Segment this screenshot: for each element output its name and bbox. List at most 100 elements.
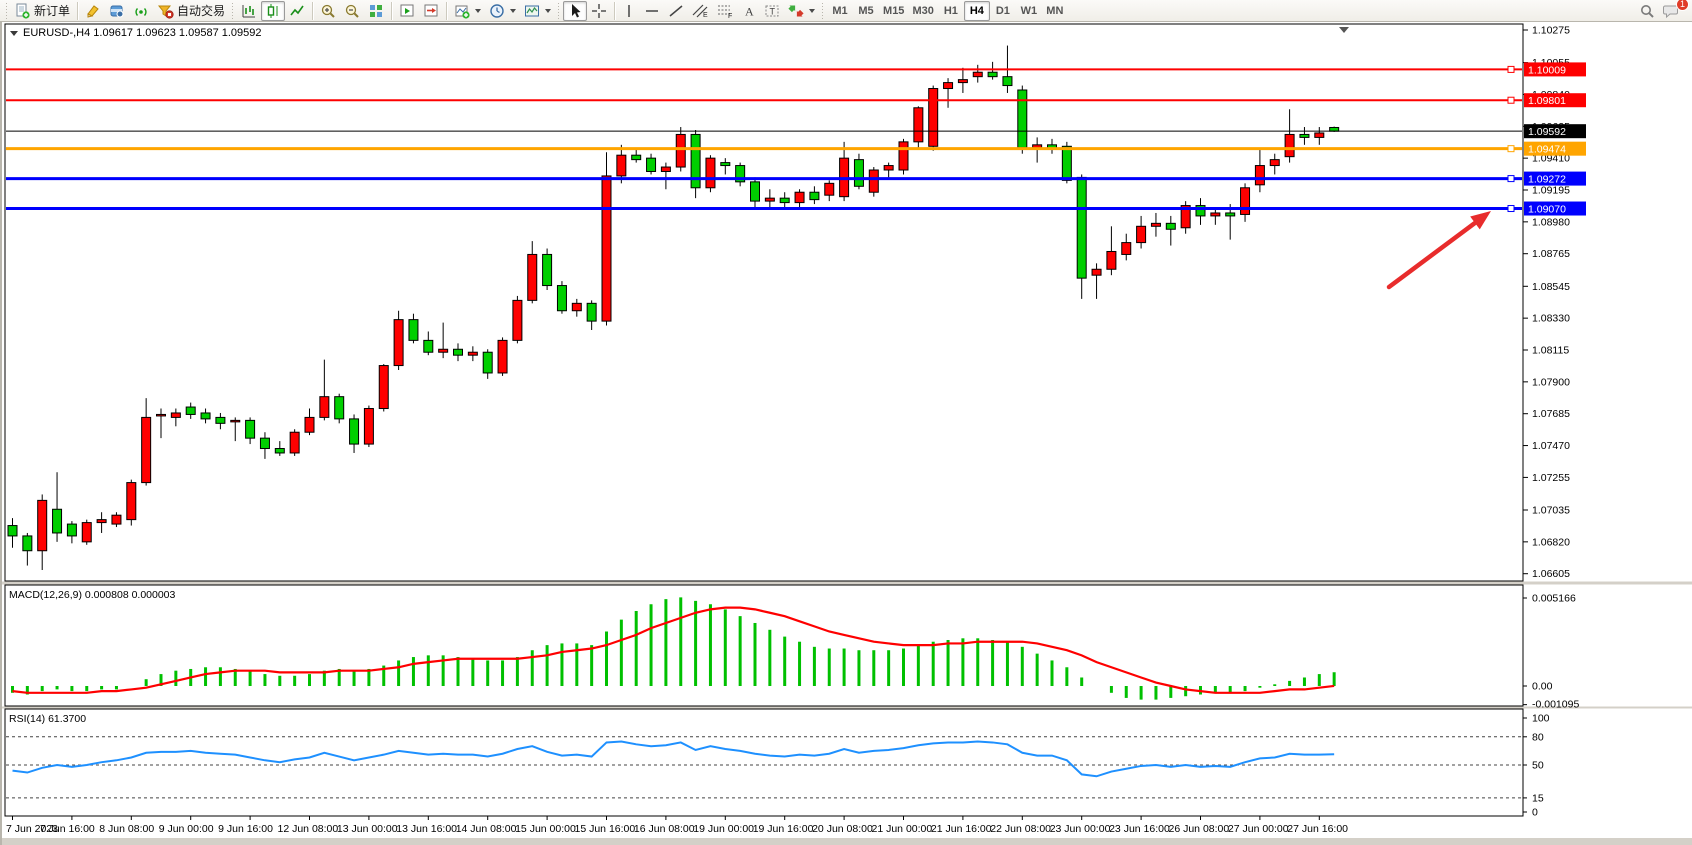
svg-text:0.00: 0.00: [1532, 681, 1553, 693]
svg-text:19 Jun 00:00: 19 Jun 00:00: [693, 823, 754, 835]
auto-scroll-button[interactable]: [395, 1, 419, 21]
profiles-icon: [109, 3, 125, 19]
svg-text:1.08115: 1.08115: [1532, 345, 1569, 357]
line-chart-icon: [289, 3, 305, 19]
svg-text:100: 100: [1532, 713, 1550, 725]
macd-axis[interactable]: 0.0051660.00-0.001095: [1523, 593, 1579, 711]
timeframe-m1-button[interactable]: M1: [827, 1, 853, 21]
svg-text:9 Jun 16:00: 9 Jun 16:00: [218, 823, 273, 835]
horizontal-line-object[interactable]: 1.09272: [6, 172, 1586, 186]
styler-button[interactable]: [81, 1, 105, 21]
trendline-icon: [668, 3, 684, 19]
chart-canvas[interactable]: 1.102751.100551.098401.096251.094101.091…: [2, 22, 1692, 845]
chart-shift-button[interactable]: [419, 1, 443, 21]
cursor-icon: [567, 3, 583, 19]
toolbar-grip[interactable]: [231, 3, 235, 19]
search-button[interactable]: [1635, 1, 1659, 21]
toolbar-grip[interactable]: [5, 3, 9, 19]
rsi-panel: [6, 737, 1522, 798]
bar-chart-icon: [241, 3, 257, 19]
timeframe-m5-button[interactable]: M5: [853, 1, 879, 21]
zoom-out-button[interactable]: [340, 1, 364, 21]
rsi-axis[interactable]: 1008050150: [1523, 713, 1550, 819]
periods-icon: [489, 3, 505, 19]
timeframe-d1-button[interactable]: D1: [990, 1, 1016, 21]
cursor-button[interactable]: [563, 1, 587, 21]
chart-window[interactable]: 1.102751.100551.098401.096251.094101.091…: [0, 22, 1692, 845]
price-axis[interactable]: 1.102751.100551.098401.096251.094101.091…: [1523, 25, 1570, 581]
crosshair-button[interactable]: [587, 1, 611, 21]
window-bottom-edge: [2, 838, 1692, 845]
svg-text:19 Jun 16:00: 19 Jun 16:00: [753, 823, 814, 835]
equidistant-channel-button[interactable]: E: [688, 1, 713, 21]
svg-text:14 Jun 08:00: 14 Jun 08:00: [456, 823, 517, 835]
auto-trading-button[interactable]: 自动交易: [153, 1, 229, 21]
periods-caret: [510, 9, 516, 13]
svg-text:1.09592: 1.09592: [1528, 126, 1566, 138]
fibonacci-button[interactable]: F: [713, 1, 738, 21]
horizontal-line-object[interactable]: 1.09070: [6, 202, 1586, 216]
svg-text:13 Jun 16:00: 13 Jun 16:00: [396, 823, 457, 835]
toolbar: 新订单 自动交易: [0, 0, 1692, 22]
periods-button[interactable]: [485, 1, 520, 21]
timeframe-m30-button[interactable]: M30: [908, 1, 937, 21]
price-label: 1.09801: [1524, 93, 1586, 107]
timeframe-w1-button[interactable]: W1: [1016, 1, 1042, 21]
svg-text:15: 15: [1532, 792, 1544, 804]
horizontal-line-object[interactable]: 1.09801: [6, 93, 1586, 107]
auto-trading-icon: [157, 3, 174, 19]
rsi-indicator-label: RSI(14) 61.3700: [9, 713, 86, 725]
text-label-button[interactable]: T: [760, 1, 784, 21]
candles-layer: [8, 46, 1339, 570]
svg-text:1.07900: 1.07900: [1532, 376, 1570, 388]
notifications-button[interactable]: 1: [1659, 1, 1684, 21]
svg-text:0.005166: 0.005166: [1532, 593, 1576, 605]
svg-text:1.09801: 1.09801: [1528, 95, 1566, 107]
horizontal-line-button[interactable]: [640, 1, 664, 21]
profiles-button[interactable]: [105, 1, 129, 21]
timeframe-mn-button[interactable]: MN: [1042, 1, 1068, 21]
svg-text:27 Jun 16:00: 27 Jun 16:00: [1287, 823, 1348, 835]
svg-text:15 Jun 00:00: 15 Jun 00:00: [515, 823, 576, 835]
bid-price-line: 1.09592: [6, 124, 1586, 138]
tile-windows-icon: [368, 3, 384, 19]
tile-windows-button[interactable]: [364, 1, 388, 21]
indicators-button[interactable]: [450, 1, 485, 21]
bar-chart-button[interactable]: [237, 1, 261, 21]
trend-arrow[interactable]: [1389, 211, 1491, 287]
vertical-line-button[interactable]: [618, 1, 640, 21]
price-label: 1.10009: [1524, 62, 1586, 76]
text-button[interactable]: A: [738, 1, 760, 21]
svg-text:50: 50: [1532, 760, 1544, 772]
chart-title: EURUSD-,H4 1.09617 1.09623 1.09587 1.095…: [10, 27, 262, 39]
horizontal-line-object[interactable]: 1.09474: [6, 142, 1586, 156]
terminal-window: 新订单 自动交易: [0, 0, 1692, 845]
timeframe-m15-button[interactable]: M15: [879, 1, 908, 21]
svg-text:1.08330: 1.08330: [1532, 313, 1570, 325]
arrows-button[interactable]: [784, 1, 819, 21]
new-order-button[interactable]: 新订单: [11, 1, 74, 21]
panel-frames: [2, 24, 1692, 816]
chart-collapse-icon[interactable]: [10, 31, 18, 36]
trendline-button[interactable]: [664, 1, 688, 21]
line-chart-button[interactable]: [285, 1, 309, 21]
svg-text:27 Jun 00:00: 27 Jun 00:00: [1228, 823, 1289, 835]
toolbar-grip[interactable]: [557, 3, 561, 19]
svg-text:21 Jun 16:00: 21 Jun 16:00: [931, 823, 992, 835]
svg-text:22 Jun 08:00: 22 Jun 08:00: [990, 823, 1051, 835]
time-axis[interactable]: 7 Jun 20237 Jun 16:008 Jun 08:009 Jun 00…: [6, 816, 1348, 835]
zoom-in-button[interactable]: [316, 1, 340, 21]
svg-text:23 Jun 00:00: 23 Jun 00:00: [1050, 823, 1111, 835]
chart-shift-marker[interactable]: [1339, 27, 1349, 33]
toolbar-grip[interactable]: [821, 3, 825, 19]
templates-button[interactable]: [520, 1, 555, 21]
svg-text:E: E: [703, 12, 708, 19]
auto-scroll-icon: [399, 3, 415, 19]
timeframe-h4-button[interactable]: H4: [964, 1, 990, 21]
candlestick-chart-button[interactable]: [261, 1, 285, 21]
styler-icon: [85, 3, 101, 19]
signals-button[interactable]: [129, 1, 153, 21]
timeframe-h1-button[interactable]: H1: [938, 1, 964, 21]
templates-caret: [545, 9, 551, 13]
horizontal-line-object[interactable]: 1.10009: [6, 62, 1586, 76]
